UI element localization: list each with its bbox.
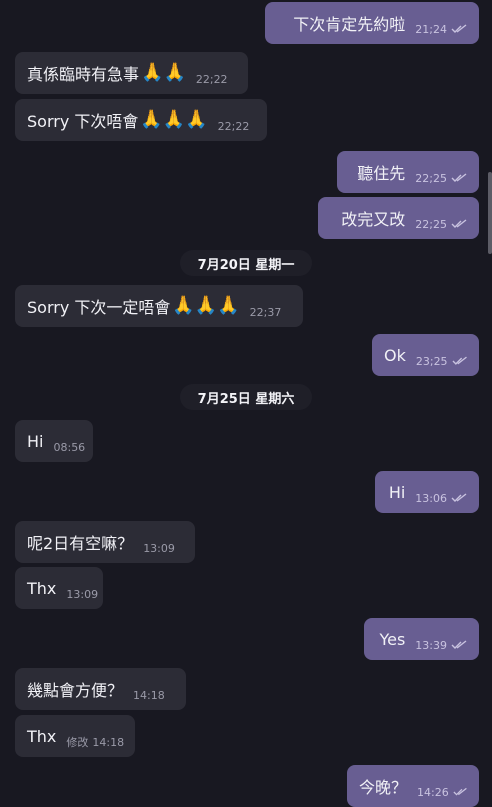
message-text: Sorry 下次唔會 bbox=[27, 112, 139, 131]
incoming-message[interactable]: Thx 13:09 bbox=[15, 567, 103, 609]
double-check-icon bbox=[451, 219, 467, 228]
incoming-message[interactable]: 幾點會方便？ 14:18 bbox=[15, 668, 186, 710]
scrollbar[interactable] bbox=[488, 172, 492, 254]
message-time: 22;22 bbox=[217, 119, 250, 133]
message-text: 真係臨時有急事 bbox=[27, 65, 140, 84]
incoming-message[interactable]: 呢2日有空嘛？ 13:09 bbox=[15, 521, 195, 563]
date-separator: 7月25日 星期六 bbox=[180, 384, 312, 410]
message-time: 22;37 bbox=[249, 305, 282, 319]
outgoing-message[interactable]: 今晚？ 14:26 bbox=[347, 765, 479, 807]
incoming-message[interactable]: 真係臨時有急事 🙏 🙏 22;22 bbox=[15, 52, 248, 94]
message-time: 08:56 bbox=[53, 440, 86, 454]
double-check-icon bbox=[451, 173, 467, 182]
message-text: Hi bbox=[388, 482, 406, 502]
message-time: 22;22 bbox=[195, 72, 228, 86]
double-check-icon bbox=[452, 356, 467, 365]
praying-hands-icon: 🙏 🙏 🙏 bbox=[172, 295, 240, 316]
message-text: Thx bbox=[27, 578, 57, 598]
message-time: 13:09 bbox=[66, 587, 99, 601]
message-text: Thx bbox=[27, 726, 57, 746]
message-time: 22;25 bbox=[415, 171, 447, 185]
incoming-message[interactable]: Sorry 下次一定唔會 🙏 🙏 🙏 22;37 bbox=[15, 285, 303, 327]
incoming-message[interactable]: Thx 修改 14:18 bbox=[15, 715, 135, 757]
chat-area[interactable]: 下次肯定先約啦 21;24 真係臨時有急事 🙏 🙏 22;22 Sorry 下次唔… bbox=[0, 0, 492, 807]
outgoing-message[interactable]: 聽住先 22;25 bbox=[337, 151, 479, 193]
message-text: Ok bbox=[384, 345, 406, 365]
message-time: 13:39 bbox=[415, 638, 447, 652]
message-text: 改完又改 bbox=[341, 210, 406, 229]
message-text: 下次肯定先約啦 bbox=[293, 15, 406, 34]
message-time: 13:09 bbox=[143, 541, 175, 555]
double-check-icon bbox=[451, 24, 467, 33]
message-text: 幾點會方便？ bbox=[27, 681, 124, 700]
message-text: Sorry 下次一定唔會 bbox=[27, 298, 171, 317]
double-check-icon bbox=[451, 493, 467, 502]
date-label: 7月25日 星期六 bbox=[197, 391, 295, 407]
praying-hands-icon: 🙏 🙏 bbox=[141, 62, 186, 83]
outgoing-message[interactable]: Ok 23;25 bbox=[372, 334, 479, 376]
double-check-icon bbox=[453, 787, 467, 796]
date-label: 7月20日 星期一 bbox=[197, 257, 295, 273]
message-text: Hi bbox=[27, 431, 44, 451]
message-text: 聽住先 bbox=[357, 164, 406, 183]
message-time: 14:26 bbox=[417, 785, 449, 799]
outgoing-message[interactable]: 下次肯定先約啦 21;24 bbox=[265, 2, 479, 44]
message-time: 13:06 bbox=[415, 491, 447, 505]
message-time: 14:18 bbox=[92, 735, 125, 749]
date-separator: 7月20日 星期一 bbox=[180, 250, 312, 276]
message-time: 22;25 bbox=[415, 217, 447, 231]
message-text: Yes bbox=[379, 629, 406, 649]
outgoing-message[interactable]: Hi 13:06 bbox=[375, 471, 479, 513]
incoming-message[interactable]: Hi 08:56 bbox=[15, 420, 93, 462]
message-text: 今晚？ bbox=[359, 778, 408, 797]
message-time: 14:18 bbox=[133, 688, 165, 702]
outgoing-message[interactable]: Yes 13:39 bbox=[364, 618, 479, 660]
edited-label: 修改 bbox=[66, 736, 89, 749]
message-text: 呢2日有空嘛？ bbox=[27, 534, 134, 553]
double-check-icon bbox=[451, 640, 467, 649]
incoming-message[interactable]: Sorry 下次唔會 🙏 🙏 🙏 22;22 bbox=[15, 99, 267, 141]
message-time: 21;24 bbox=[415, 22, 447, 36]
message-time: 23;25 bbox=[415, 354, 448, 368]
outgoing-message[interactable]: 改完又改 22;25 bbox=[318, 197, 479, 239]
praying-hands-icon: 🙏 🙏 🙏 bbox=[140, 109, 208, 130]
